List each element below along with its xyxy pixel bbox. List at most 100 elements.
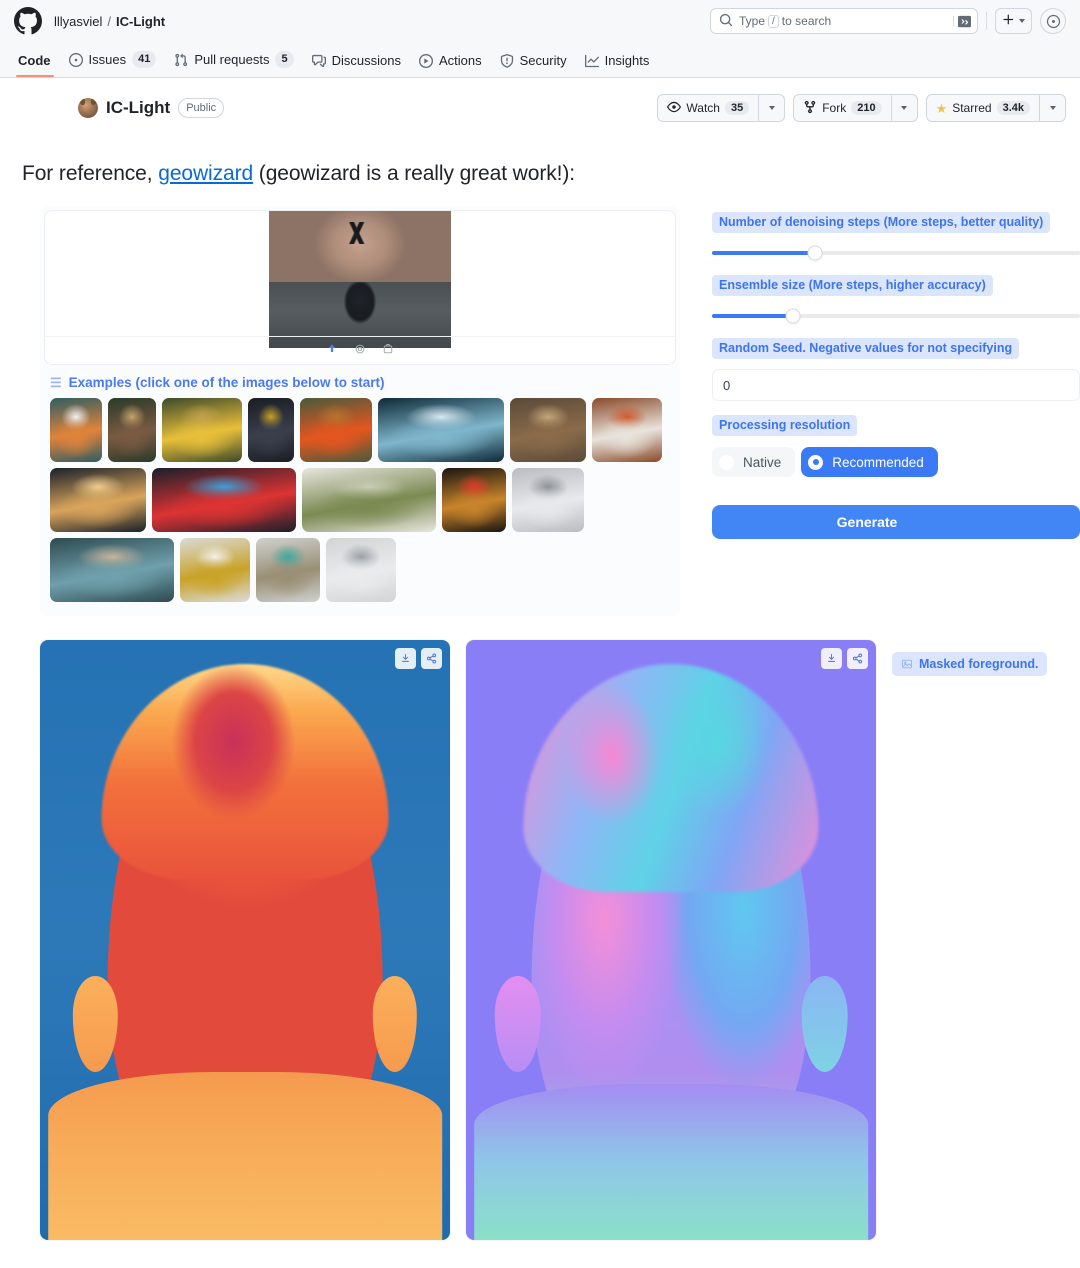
tab-security[interactable]: Security [491,53,576,77]
watch-button-group: Watch 35 [657,94,786,122]
example-thumbnail[interactable] [592,398,662,462]
nav-label: Code [18,53,51,68]
tab-code[interactable]: Code [14,53,60,77]
example-thumbnail[interactable] [180,538,250,602]
radio-dot-icon [719,454,734,470]
create-new-button[interactable] [995,8,1032,34]
radio-native[interactable]: Native [712,447,796,477]
normal-map-tools [821,648,868,669]
resolution-radio-group: Native Recommended [712,447,1080,477]
download-icon[interactable] [395,648,416,669]
random-seed-input[interactable]: 0 [712,369,1080,401]
ensemble-size-slider[interactable] [712,296,1080,326]
search-placeholder: Type / to search [739,14,832,28]
example-thumbnail[interactable] [300,398,372,462]
gradio-demo: ☰ Examples (click one of the images belo… [0,206,1080,616]
reference-prefix: For reference, [22,162,159,185]
webcam-icon[interactable] [354,342,366,360]
chevron-down-icon [901,106,908,110]
chevron-down-icon [768,106,775,110]
example-thumbnail[interactable] [152,468,296,532]
download-icon[interactable] [821,648,842,669]
example-thumbnail[interactable] [108,398,156,462]
nav-label: Discussions [331,53,401,68]
chevron-down-icon [1019,19,1025,23]
example-thumbnail[interactable] [326,538,396,602]
denoising-steps-slider[interactable] [712,233,1080,263]
tab-actions[interactable]: Actions [410,53,491,77]
slider-knob[interactable] [807,245,823,261]
search-input[interactable]: Type / to search | [710,8,978,34]
examples-header: ☰ Examples (click one of the images belo… [40,365,680,390]
radio-recommended[interactable]: Recommended [801,447,938,477]
radio-recommended-label: Recommended [832,454,924,470]
watch-dropdown-button[interactable] [759,94,786,122]
denoising-steps-control: Number of denoising steps (More steps, b… [712,212,1080,263]
breadcrumb-owner[interactable]: lllyasviel [54,14,102,29]
image-icon [901,658,913,670]
tab-pull-requests[interactable]: Pull requests 5 [165,51,302,77]
example-thumbnail[interactable] [50,468,146,532]
account-menu-button[interactable] [1040,8,1066,34]
ensemble-size-label: Ensemble size (More steps, higher accura… [712,275,993,296]
watch-button[interactable]: Watch 35 [657,94,760,122]
radio-native-label: Native [743,454,782,470]
tab-issues[interactable]: Issues 41 [60,51,166,77]
issues-count: 41 [132,51,157,68]
repo-title-row: IC-Light Public Watch 35 Fork 210 ★ Star… [0,78,1080,124]
normal-map-ears [494,976,848,1072]
tab-discussions[interactable]: Discussions [303,53,410,77]
normal-map-body [474,1084,868,1240]
repo-owner-avatar [78,98,98,118]
example-thumbnail[interactable] [378,398,504,462]
github-topbar: lllyasviel / IC-Light Type / to search | [0,0,1080,42]
example-thumbnail[interactable] [256,538,320,602]
share-icon[interactable] [847,648,868,669]
page-title[interactable]: IC-Light [106,98,170,118]
depth-map-tools [395,648,442,669]
share-icon[interactable] [421,648,442,669]
demo-left-panel: ☰ Examples (click one of the images belo… [40,206,680,616]
starred-button[interactable]: ★ Starred 3.4k [925,94,1040,122]
input-image-upload[interactable] [44,210,676,365]
readme-content: For reference, geowizard (geowizard is a… [0,124,1080,1240]
upload-icon[interactable] [326,342,338,360]
example-thumbnail[interactable] [442,468,506,532]
repo-actions: Watch 35 Fork 210 ★ Starred 3.4k [657,94,1066,122]
example-thumbnail[interactable] [302,468,436,532]
example-thumbnail[interactable] [248,398,294,462]
git-pull-request-icon [174,53,188,67]
nav-label: Pull requests [194,52,270,67]
depth-map-body [48,1072,442,1240]
depth-map-result[interactable] [40,640,450,1240]
normal-map-result[interactable] [466,640,876,1240]
random-seed-label: Random Seed. Negative values for not spe… [712,338,1020,359]
geowizard-link[interactable]: geowizard [158,162,253,185]
shield-icon [500,53,514,68]
processing-resolution-control: Processing resolution Native Recommended [712,415,1080,477]
fork-dropdown-button[interactable] [891,94,918,122]
slider-knob[interactable] [785,308,801,324]
example-thumbnail[interactable] [510,398,586,462]
example-thumbnail[interactable] [50,538,174,602]
generate-button[interactable]: Generate [712,505,1080,539]
star-button-group: ★ Starred 3.4k [925,94,1066,122]
star-dropdown-button[interactable] [1040,94,1066,122]
command-palette-icon[interactable]: | [952,15,971,28]
example-thumbnail[interactable] [50,398,102,462]
example-thumbnail[interactable] [512,468,584,532]
results-row: Masked foreground. [40,640,1080,1240]
examples-row [50,468,680,532]
list-icon: ☰ [50,375,62,390]
fork-button[interactable]: Fork 210 [793,94,892,122]
repo-nav-tabs: Code Issues 41 Pull requests 5 Discussio… [0,42,1080,77]
search-icon [719,13,733,30]
topbar-right-group: Type / to search | [710,8,1066,34]
tab-insights[interactable]: Insights [576,53,659,77]
breadcrumb-repo[interactable]: IC-Light [116,14,165,29]
clipboard-icon[interactable] [382,342,394,360]
example-thumbnail[interactable] [162,398,242,462]
chevron-down-icon [1049,106,1056,110]
github-header: lllyasviel / IC-Light Type / to search | [0,0,1080,78]
github-logo-icon[interactable] [14,7,42,35]
